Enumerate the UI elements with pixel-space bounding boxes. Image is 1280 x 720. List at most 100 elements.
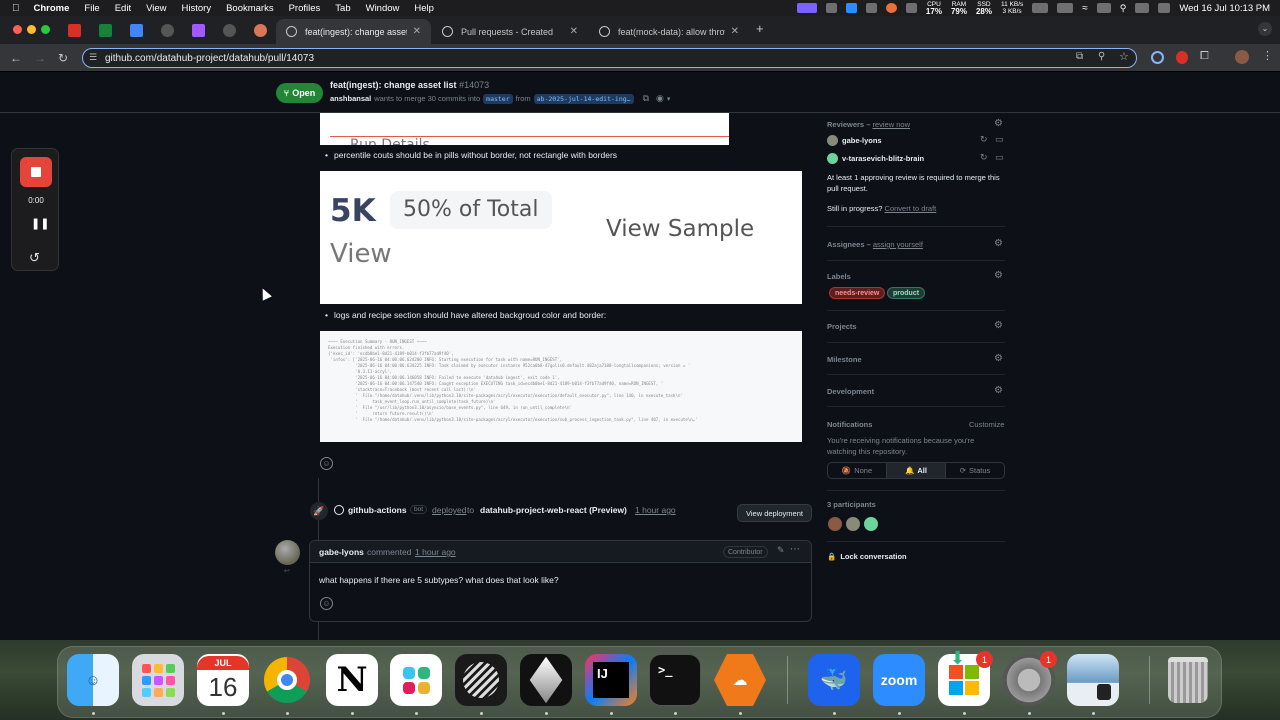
tab-pull-requests[interactable]: Pull requests - Created ✕ — [432, 19, 588, 44]
battery-icon-2[interactable] — [1057, 3, 1074, 13]
intellij-icon[interactable]: IJ — [585, 654, 637, 706]
assignees-gear-icon[interactable]: ⚙ — [994, 238, 1003, 249]
participant-avatar[interactable] — [828, 517, 842, 531]
siri-icon[interactable] — [1135, 3, 1150, 13]
ram-stat[interactable]: RAM 79% — [951, 1, 967, 16]
projects-gear-icon[interactable]: ⚙ — [994, 320, 1003, 331]
forward-arrow-icon[interactable]: → — [34, 51, 46, 65]
reviewer-v-tarasevich[interactable]: v-tarasevich-blitz-brain — [842, 154, 924, 163]
base-branch[interactable]: master — [483, 93, 513, 104]
notif-all-button[interactable]: 🔔 All — [887, 463, 946, 478]
pinned-tab-sync-icon[interactable] — [223, 24, 236, 37]
status-icon-2[interactable] — [885, 3, 897, 13]
screen-record-icon[interactable] — [796, 3, 817, 13]
notif-status-button[interactable]: ⟳ Status — [946, 463, 1004, 478]
milestone-gear-icon[interactable]: ⚙ — [994, 353, 1003, 364]
reviewer-avatar[interactable] — [827, 153, 838, 164]
extension-icon-1[interactable] — [1151, 51, 1164, 64]
menu-history[interactable]: History — [182, 3, 212, 14]
review-now-link[interactable]: review now — [872, 120, 910, 129]
review-comment-icon[interactable]: ▭ — [995, 152, 1004, 163]
zoom-lens-icon[interactable]: ⚲ — [1098, 51, 1105, 62]
notif-none-button[interactable]: 🔕 None — [828, 463, 887, 478]
menu-app-chrome[interactable]: Chrome — [34, 3, 70, 14]
trash-icon[interactable] — [1162, 654, 1214, 706]
comment-author-link[interactable]: gabe-lyons — [319, 547, 364, 557]
chrome-icon[interactable] — [261, 654, 313, 706]
participant-avatar[interactable] — [864, 517, 878, 531]
menu-profiles[interactable]: Profiles — [289, 3, 321, 14]
view-deployment-button[interactable]: View deployment — [737, 504, 812, 522]
extensions-puzzle-icon[interactable]: ⧠ — [1200, 50, 1209, 63]
comment-more-icon[interactable]: ⋯ — [790, 544, 800, 555]
menu-view[interactable]: View — [146, 3, 166, 14]
review-comment-icon[interactable]: ▭ — [995, 134, 1004, 145]
preview-icon[interactable] — [1067, 654, 1119, 706]
tab-mock-data[interactable]: feat(mock-data): allow throw ✕ — [589, 19, 749, 44]
install-app-icon[interactable]: ⧉ — [1076, 51, 1083, 62]
assign-yourself-link[interactable]: assign yourself — [873, 240, 923, 249]
control-center-icon[interactable] — [1096, 3, 1111, 13]
zoom-icon[interactable]: zoom — [873, 654, 925, 706]
battery-icon[interactable] — [1032, 3, 1049, 13]
pr-author-link[interactable]: anshbansal — [330, 94, 371, 103]
launchpad-icon[interactable] — [132, 654, 184, 706]
address-bar[interactable]: ☰ github.com/datahub-project/datahub/pul… — [82, 48, 1137, 68]
chevron-down-icon[interactable]: ▾ — [667, 95, 671, 103]
comment-time-link[interactable]: 1 hour ago — [415, 547, 456, 557]
zoom-status-icon[interactable] — [845, 3, 857, 13]
cpu-stat[interactable]: CPU 17% — [926, 1, 942, 16]
menu-file[interactable]: File — [84, 3, 99, 14]
terminal-icon[interactable]: >_ — [649, 654, 701, 706]
pinned-tab-calendar-icon[interactable] — [130, 24, 143, 37]
tab-close-icon[interactable]: ✕ — [413, 26, 421, 37]
convert-to-draft-link[interactable]: Convert to draft — [885, 204, 937, 213]
reviewer-avatar[interactable] — [827, 135, 838, 146]
linear-icon[interactable] — [455, 654, 507, 706]
pinned-tab-gmail-icon[interactable] — [68, 24, 81, 37]
recording-stop-button[interactable] — [20, 157, 52, 187]
profile-avatar[interactable] — [1235, 50, 1249, 64]
status-icon-1[interactable] — [825, 3, 837, 13]
pinned-tab-claude-icon[interactable] — [254, 24, 267, 37]
recording-pause-icon[interactable]: ❚❚ — [31, 217, 49, 230]
docker-icon[interactable]: 🐳 — [808, 654, 860, 706]
site-info-icon[interactable]: ☰ — [89, 52, 97, 63]
reviewers-gear-icon[interactable]: ⚙ — [994, 118, 1003, 129]
edit-pencil-icon[interactable]: ✎ — [777, 545, 785, 556]
notion-icon[interactable]: N — [326, 654, 378, 706]
label-needs-review[interactable]: needs-review — [829, 287, 886, 299]
menu-tab[interactable]: Tab — [335, 3, 350, 14]
reload-icon[interactable]: ↻ — [58, 51, 68, 65]
back-arrow-icon[interactable]: ← — [10, 51, 22, 65]
customize-notifications-link[interactable]: Customize — [969, 420, 1004, 429]
menu-help[interactable]: Help — [414, 3, 434, 14]
bookmark-star-icon[interactable]: ☆ — [1119, 50, 1129, 63]
deploy-time-link[interactable]: 1 hour ago — [635, 505, 676, 515]
spotlight-icon[interactable]: ⚲ — [1120, 3, 1127, 14]
browser-menu-icon[interactable]: ⋮ — [1262, 49, 1273, 62]
status-icon-3[interactable] — [905, 3, 917, 13]
menu-edit[interactable]: Edit — [115, 3, 131, 14]
labels-gear-icon[interactable]: ⚙ — [994, 270, 1003, 281]
ssd-stat[interactable]: SSD 28% — [976, 1, 992, 16]
menubar-clock[interactable]: Wed 16 Jul 10:13 PM — [1179, 3, 1270, 14]
tab-close-icon[interactable]: ✕ — [570, 26, 578, 37]
recording-restart-icon[interactable]: ↺ — [29, 250, 40, 266]
pinned-tab-sheets-icon[interactable] — [99, 24, 112, 37]
tab-search-chevron-icon[interactable]: ⌄ — [1258, 22, 1272, 36]
finder-icon[interactable]: ☺ — [67, 654, 119, 706]
tab-pr-active[interactable]: feat(ingest): change asset lis ✕ — [276, 19, 431, 44]
deploy-environment-link[interactable]: datahub-project-web-react (Preview) — [480, 505, 627, 515]
window-zoom-button[interactable] — [41, 25, 50, 34]
rerequest-review-icon[interactable]: ↻ — [980, 152, 988, 163]
deploy-actor-link[interactable]: github-actions — [348, 505, 407, 515]
window-close-button[interactable] — [13, 25, 22, 34]
commenter-avatar[interactable] — [275, 540, 300, 565]
label-product[interactable]: product — [887, 287, 926, 299]
menu-window[interactable]: Window — [366, 3, 400, 14]
pinned-tab-refresh-icon[interactable] — [161, 24, 174, 37]
participant-avatar[interactable] — [846, 517, 860, 531]
window-minimize-button[interactable] — [27, 25, 36, 34]
development-gear-icon[interactable]: ⚙ — [994, 385, 1003, 396]
